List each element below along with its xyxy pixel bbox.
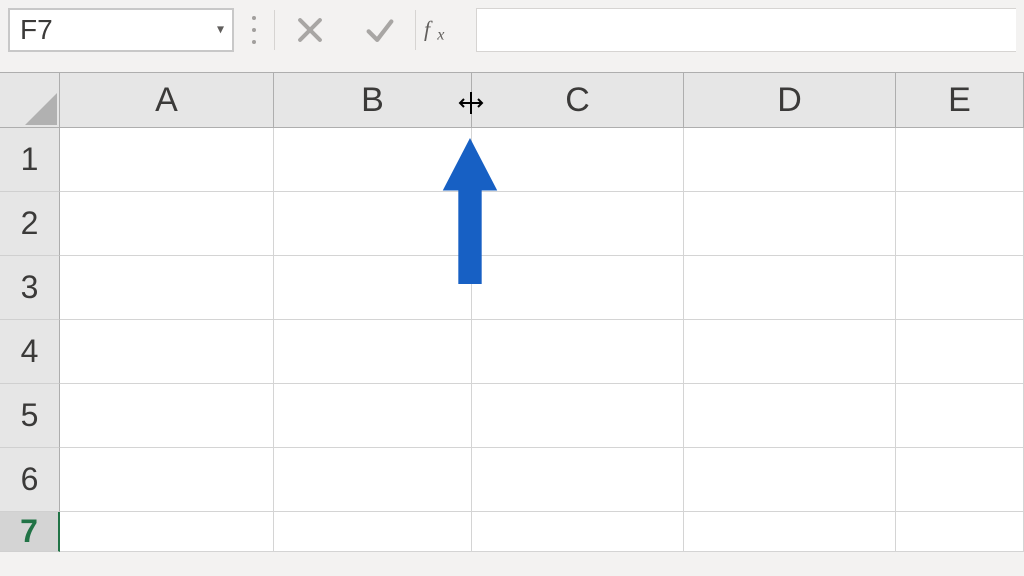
cell[interactable] <box>472 384 684 448</box>
row: 7 <box>0 512 1024 552</box>
cell[interactable] <box>274 256 472 320</box>
insert-function-button[interactable]: f x <box>416 8 476 52</box>
row: 5 <box>0 384 1024 448</box>
cell[interactable] <box>60 384 274 448</box>
cell[interactable] <box>472 192 684 256</box>
name-box[interactable]: F7 ▾ <box>8 8 234 52</box>
cell[interactable] <box>472 256 684 320</box>
cell[interactable] <box>684 384 896 448</box>
name-box-resize-grip[interactable] <box>234 8 274 52</box>
column-header-e[interactable]: E <box>896 73 1024 127</box>
cell[interactable] <box>684 192 896 256</box>
cell[interactable] <box>684 512 896 552</box>
cell-grid: 1 2 3 4 5 6 <box>0 128 1024 552</box>
column-headers: A B C D E <box>0 72 1024 128</box>
cell[interactable] <box>896 512 1024 552</box>
column-header-b[interactable]: B <box>274 73 472 127</box>
row: 2 <box>0 192 1024 256</box>
select-all-triangle[interactable] <box>0 73 60 127</box>
row-header-5[interactable]: 5 <box>0 384 60 448</box>
cell[interactable] <box>896 128 1024 192</box>
cell[interactable] <box>274 384 472 448</box>
dropdown-caret-icon[interactable]: ▾ <box>217 21 224 38</box>
row: 6 <box>0 448 1024 512</box>
fx-icon: f x <box>424 15 468 45</box>
row-header-4[interactable]: 4 <box>0 320 60 384</box>
cell[interactable] <box>896 320 1024 384</box>
row-header-7[interactable]: 7 <box>0 512 60 552</box>
cell[interactable] <box>896 192 1024 256</box>
row-header-3[interactable]: 3 <box>0 256 60 320</box>
cell[interactable] <box>274 192 472 256</box>
svg-text:x: x <box>436 27 445 44</box>
column-header-d[interactable]: D <box>684 73 896 127</box>
cell[interactable] <box>60 448 274 512</box>
formula-input[interactable] <box>476 8 1016 52</box>
row: 3 <box>0 256 1024 320</box>
cell[interactable] <box>896 448 1024 512</box>
svg-text:f: f <box>424 17 433 42</box>
name-box-value: F7 <box>10 14 53 46</box>
check-icon <box>363 13 397 47</box>
row-header-2[interactable]: 2 <box>0 192 60 256</box>
cell[interactable] <box>896 384 1024 448</box>
cell[interactable] <box>60 256 274 320</box>
cancel-button[interactable] <box>275 8 345 52</box>
cell[interactable] <box>472 448 684 512</box>
enter-button[interactable] <box>345 8 415 52</box>
cell[interactable] <box>60 128 274 192</box>
row-header-1[interactable]: 1 <box>0 128 60 192</box>
row: 4 <box>0 320 1024 384</box>
cell[interactable] <box>684 448 896 512</box>
column-header-c[interactable]: C <box>472 73 684 127</box>
cancel-icon <box>293 13 327 47</box>
cell[interactable] <box>60 192 274 256</box>
cell[interactable] <box>60 320 274 384</box>
row-header-6[interactable]: 6 <box>0 448 60 512</box>
cell[interactable] <box>274 512 472 552</box>
cell[interactable] <box>472 320 684 384</box>
cell[interactable] <box>896 256 1024 320</box>
cell[interactable] <box>472 128 684 192</box>
cell[interactable] <box>274 448 472 512</box>
column-header-a[interactable]: A <box>60 73 274 127</box>
cell[interactable] <box>60 512 274 552</box>
row: 1 <box>0 128 1024 192</box>
cell[interactable] <box>684 320 896 384</box>
cell[interactable] <box>472 512 684 552</box>
cell[interactable] <box>684 128 896 192</box>
cell[interactable] <box>274 128 472 192</box>
formula-bar: F7 ▾ f x <box>0 0 1024 72</box>
cell[interactable] <box>274 320 472 384</box>
cell[interactable] <box>684 256 896 320</box>
